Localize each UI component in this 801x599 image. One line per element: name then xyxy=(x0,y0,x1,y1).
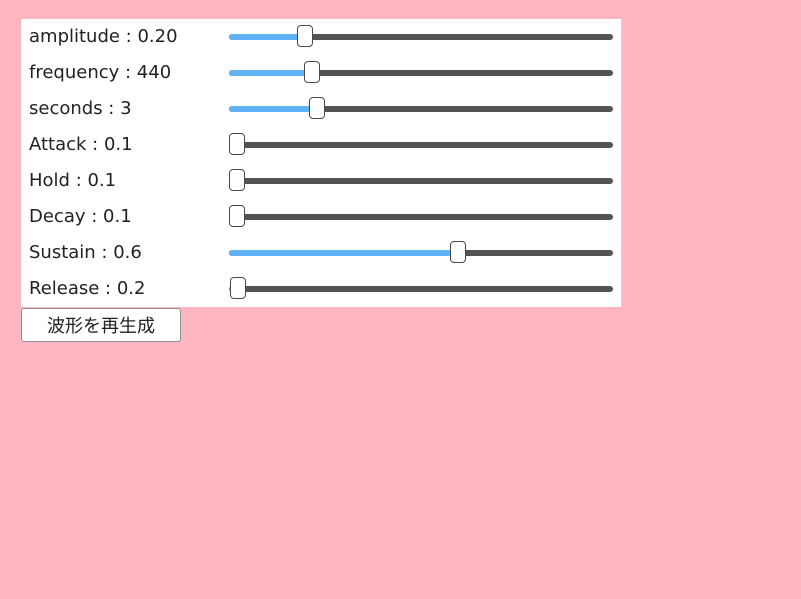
slider-thumb[interactable] xyxy=(229,277,246,299)
slider-thumb[interactable] xyxy=(229,133,245,155)
hold-label: Hold : 0.1 xyxy=(29,170,117,191)
slider-track xyxy=(229,70,613,76)
slider-track xyxy=(229,106,613,112)
slider-thumb[interactable] xyxy=(304,61,321,83)
seconds-slider[interactable] xyxy=(229,91,613,127)
slider-track xyxy=(229,34,613,40)
slider-fill xyxy=(229,106,318,112)
slider-thumb[interactable] xyxy=(450,241,467,263)
slider-track xyxy=(229,214,613,220)
slider-track xyxy=(229,178,613,184)
amplitude-label: amplitude : 0.20 xyxy=(29,26,178,47)
param-row-release: Release : 0.2 xyxy=(21,271,621,307)
slider-fill xyxy=(229,250,460,256)
decay-slider[interactable] xyxy=(229,199,613,235)
attack-slider[interactable] xyxy=(229,127,613,163)
param-row-amplitude: amplitude : 0.20 xyxy=(21,19,621,55)
slider-track xyxy=(229,142,613,148)
slider-track xyxy=(229,250,613,256)
param-row-decay: Decay : 0.1 xyxy=(21,199,621,235)
frequency-label: frequency : 440 xyxy=(29,62,172,83)
parameter-panel: amplitude : 0.20 frequency : 440 seconds… xyxy=(21,19,621,307)
release-label: Release : 0.2 xyxy=(29,278,146,299)
seconds-label: seconds : 3 xyxy=(29,98,132,119)
param-row-attack: Attack : 0.1 xyxy=(21,127,621,163)
slider-fill xyxy=(229,34,306,40)
param-row-sustain: Sustain : 0.6 xyxy=(21,235,621,271)
param-row-frequency: frequency : 440 xyxy=(21,55,621,91)
release-slider[interactable] xyxy=(229,271,613,307)
slider-thumb[interactable] xyxy=(308,97,325,119)
amplitude-slider[interactable] xyxy=(229,19,613,55)
attack-label: Attack : 0.1 xyxy=(29,134,133,155)
param-row-seconds: seconds : 3 xyxy=(21,91,621,127)
decay-label: Decay : 0.1 xyxy=(29,206,132,227)
param-row-hold: Hold : 0.1 xyxy=(21,163,621,199)
slider-thumb[interactable] xyxy=(296,25,313,47)
slider-track xyxy=(229,286,613,292)
slider-fill xyxy=(229,70,314,76)
hold-slider[interactable] xyxy=(229,163,613,199)
regenerate-waveform-button[interactable]: 波形を再生成 xyxy=(21,308,181,342)
slider-thumb[interactable] xyxy=(229,169,245,191)
frequency-slider[interactable] xyxy=(229,55,613,91)
slider-thumb[interactable] xyxy=(229,205,245,227)
sustain-label: Sustain : 0.6 xyxy=(29,242,142,263)
sustain-slider[interactable] xyxy=(229,235,613,271)
